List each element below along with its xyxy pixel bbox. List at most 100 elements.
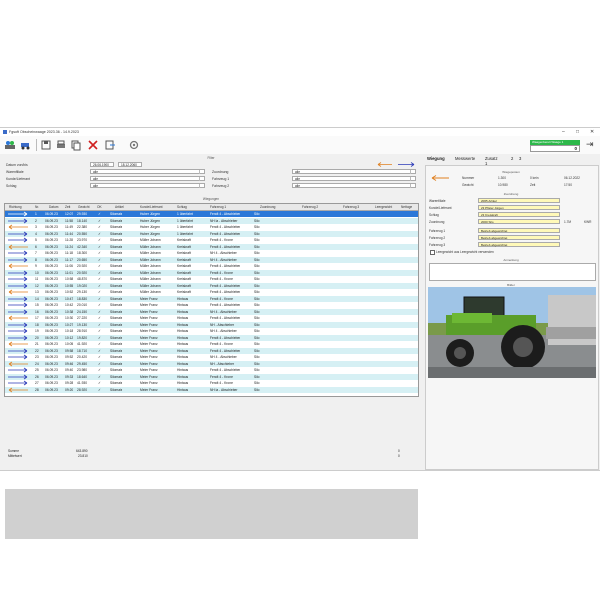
- table-row[interactable]: 23 06.09.23 09:52 20.420 Silomais Meier Franz…: [5, 354, 418, 360]
- cell-veh: Fendt 4 - Krone: [210, 296, 233, 301]
- col-header[interactable]: Richtung: [9, 205, 22, 209]
- empty-weight-checkbox[interactable]: [430, 250, 435, 255]
- table-row[interactable]: 3 06.09.23 11:49 22.380 Silomais Huber Jürgen…: [5, 224, 418, 230]
- table-row[interactable]: 17 06.09.23 10:30 27.220 Silomais Meier Franz…: [5, 315, 418, 321]
- cell-nr: 5: [35, 238, 37, 242]
- cell-nr: 24: [35, 361, 39, 366]
- tab-2[interactable]: 2: [511, 156, 513, 161]
- copy-icon[interactable]: [70, 139, 82, 151]
- table-row[interactable]: 11 06.09.23 10:58 48.870 Silomais Müller Joha…: [5, 276, 418, 282]
- col-header[interactable]: Fahrzeug 1: [210, 205, 226, 209]
- minimize-button[interactable]: –: [562, 129, 565, 135]
- direction-filter[interactable]: [376, 162, 416, 167]
- col-header[interactable]: Datum: [49, 205, 58, 209]
- cell-customer: Meier Franz: [140, 387, 158, 392]
- cell-schlag: 1 überfahrt: [177, 218, 193, 223]
- col-header[interactable]: Fahrzeug 3: [343, 205, 359, 209]
- col-header[interactable]: Kunde/Lieferant: [140, 205, 163, 209]
- col-header[interactable]: Schlag: [177, 205, 187, 209]
- table-row[interactable]: 22 06.09.23 09:58 18.710 Silomais Meier Franz…: [5, 347, 418, 354]
- vehicle-icon[interactable]: [20, 139, 32, 151]
- table-row[interactable]: 26 06.09.23 09:33 18.640 Silomais Meier Franz…: [5, 373, 418, 380]
- table-row[interactable]: 9 06.09.23 11:06 20.920 Silomais Müller Johan…: [5, 263, 418, 269]
- cell-date: 06.09.23: [45, 309, 58, 314]
- cell-zuo: Silo: [254, 277, 260, 281]
- tab-3[interactable]: 3: [519, 156, 521, 161]
- cell-zuo: Silo: [254, 361, 260, 366]
- settings-icon[interactable]: [128, 139, 140, 151]
- ware-select[interactable]: 2065 Artikel: [478, 198, 560, 203]
- table-row[interactable]: 10 06.09.23 11:01 20.920 Silomais Müller Joha…: [5, 269, 418, 276]
- print-icon[interactable]: [55, 139, 67, 151]
- filter-label-fahrzeug1: Fahrzeug 1: [212, 177, 230, 181]
- table-row[interactable]: 13 06.09.23 10:52 29.130 Silomais Müller Joha…: [5, 289, 418, 295]
- table-row[interactable]: 14 06.09.23 10:47 18.830 Silomais Meier Franz…: [5, 295, 418, 302]
- table-row[interactable]: 1 06.09.23 12:07 29.930 Silomais Huber Jürgen…: [5, 211, 418, 217]
- cell-veh: Fendt 4 - Abschieber: [210, 316, 241, 320]
- cell-veh: Fendt 4 - Abschieber: [210, 264, 241, 268]
- table-row[interactable]: 4 06.09.23 11:44 20.550 Silomais Huber Jürgen…: [5, 230, 418, 237]
- table-row[interactable]: 18 06.09.23 10:27 19.130 Silomais Meier Franz…: [5, 321, 418, 328]
- col-header[interactable]: Fahrzeug 2: [302, 205, 318, 209]
- tab-messwerte[interactable]: Messwerte: [455, 156, 475, 161]
- cell-nr: 9: [35, 264, 37, 268]
- cell-article: Silomais: [110, 264, 123, 268]
- table-row[interactable]: 20 06.09.23 10:12 19.820 Silomais Meier Franz…: [5, 334, 418, 341]
- col-header[interactable]: Leergewicht: [375, 205, 392, 209]
- table-row[interactable]: 19 06.09.23 10:18 28.910 Silomais Meier Franz…: [5, 328, 418, 334]
- col-header[interactable]: Nr.: [35, 205, 39, 209]
- vehicle2-select[interactable]: Betrieb abgewichtet: [478, 235, 560, 240]
- col-header[interactable]: OK: [97, 205, 102, 209]
- table-row[interactable]: 6 06.09.23 11:24 42.340 Silomais Müller Johan…: [5, 243, 418, 250]
- cell-zuo: Silo: [254, 316, 260, 320]
- filter-fahrzeug2-select[interactable]: alle: [292, 183, 416, 188]
- col-header[interactable]: Gewicht: [78, 205, 90, 209]
- filter-ware-select[interactable]: alle: [90, 169, 205, 174]
- filter-kunde-select[interactable]: alle: [90, 176, 205, 181]
- col-header[interactable]: Zuordnung: [260, 205, 275, 209]
- table-row[interactable]: 21 06.09.23 10:05 41.920 Silomais Meier Franz…: [5, 341, 418, 347]
- table-row[interactable]: 15 06.09.23 10:42 20.010 Silomais Meier Franz…: [5, 302, 418, 308]
- close-button[interactable]: ✕: [590, 129, 594, 135]
- filter-schlag-select[interactable]: alle: [90, 183, 205, 188]
- table-row[interactable]: 12 06.09.23 10:55 19.020 Silomais Müller Joha…: [5, 282, 418, 289]
- vehicle3-select[interactable]: Betrieb abgewichtet: [478, 242, 560, 247]
- cell-veh: Fendt 4 - Abschieber: [210, 283, 241, 288]
- maximize-button[interactable]: □: [576, 129, 579, 135]
- customer-select[interactable]: 23 Pfister Jürgen: [478, 205, 560, 210]
- note-textarea[interactable]: [429, 263, 596, 281]
- vehicle1-select[interactable]: Betrieb abgewichtet: [478, 228, 560, 233]
- cell-schlag: Kreiskraft: [177, 257, 191, 262]
- weigh-icon[interactable]: [4, 139, 16, 151]
- col-header[interactable]: Zeit: [65, 205, 70, 209]
- table-row[interactable]: 28 06.09.23 09:20 28.920 Silomais Meier Franz…: [5, 386, 418, 393]
- export-icon[interactable]: [104, 139, 116, 151]
- table-row[interactable]: 8 06.09.23 11:17 20.650 Silomais Müller Johan…: [5, 256, 418, 263]
- schlag-select[interactable]: 23 Kreiskraft: [478, 212, 560, 217]
- date-to-field[interactable]: 18.12.2060: [118, 162, 142, 167]
- cell-schlag: Hintaus: [177, 342, 189, 346]
- cell-date: 06.09.23: [45, 212, 58, 216]
- delete-icon[interactable]: [87, 139, 99, 151]
- table-row[interactable]: 27 06.09.23 09:28 41.930 Silomais Meier Franz…: [5, 380, 418, 386]
- filter-zuordnung-select[interactable]: alle: [292, 169, 416, 174]
- zuordnung-select[interactable]: 2000 Silo: [478, 219, 560, 224]
- table-row[interactable]: 7 06.09.23 11:18 18.300 Silomais Müller Johan…: [5, 250, 418, 256]
- filter-section-title: Filter: [207, 156, 215, 160]
- tab-wiegung[interactable]: Wiegung: [427, 156, 445, 161]
- check-icon: ✓: [98, 212, 101, 216]
- cell-time: 10:18: [65, 329, 74, 333]
- table-row[interactable]: 5 06.09.23 11:28 23.970 Silomais Müller Johan…: [5, 237, 418, 243]
- date-from-field[interactable]: 26.06.1900: [90, 162, 114, 167]
- table-row[interactable]: 16 06.09.23 10:38 24.150 Silomais Meier Franz…: [5, 308, 418, 315]
- cell-date: 06.09.23: [45, 270, 58, 275]
- exit-icon[interactable]: ⇥: [586, 139, 594, 150]
- table-row[interactable]: 24 06.09.23 09:46 29.450 Silomais Meier Franz…: [5, 360, 418, 367]
- filter-fahrzeug1-select[interactable]: alle: [292, 176, 416, 181]
- save-icon[interactable]: [40, 139, 52, 151]
- col-header[interactable]: Nettoge: [401, 205, 412, 209]
- cell-nr: 27: [35, 381, 39, 385]
- table-row[interactable]: 25 06.09.23 09:40 23.980 Silomais Meier Franz…: [5, 367, 418, 373]
- col-header[interactable]: Artikel: [115, 205, 124, 209]
- table-row[interactable]: 2 06.09.23 11:58 18.140 Silomais Huber Jürgen…: [5, 217, 418, 224]
